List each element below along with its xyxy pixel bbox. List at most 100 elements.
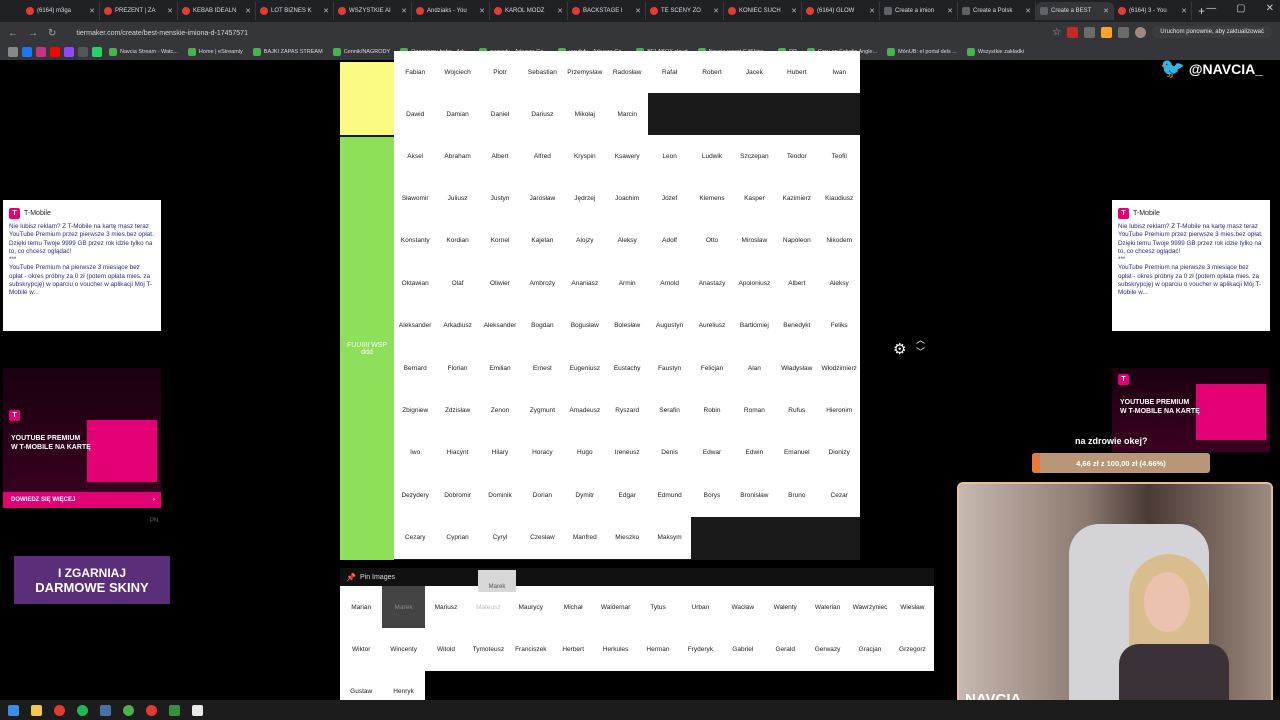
tier-item[interactable]: Dymitr xyxy=(564,474,606,516)
tier-item[interactable]: Włodzimierz xyxy=(818,347,860,389)
tier-item[interactable]: Gerwazy xyxy=(806,628,848,670)
tier-item[interactable]: Abraham xyxy=(436,135,478,177)
tier-item[interactable]: Dawid xyxy=(394,93,436,135)
tier-item[interactable]: Marcin xyxy=(606,93,648,135)
tier-item[interactable]: Otto xyxy=(691,220,733,262)
tier-item[interactable]: Iwan xyxy=(818,51,860,93)
tier-item[interactable]: Alfred xyxy=(521,135,563,177)
tier-item[interactable]: Kornel xyxy=(479,220,521,262)
tier-item[interactable]: Borys xyxy=(691,474,733,516)
tier-item[interactable]: Michał xyxy=(552,586,594,628)
tier-item[interactable]: Juliusz xyxy=(436,177,478,219)
tab-close-icon[interactable]: ✕ xyxy=(89,7,95,15)
twitch-icon[interactable] xyxy=(64,47,74,57)
tier-item[interactable]: Cezar xyxy=(818,474,860,516)
tier-item[interactable]: Eustachy xyxy=(606,347,648,389)
tier-item[interactable]: Aleksy xyxy=(818,262,860,304)
spotify-icon[interactable] xyxy=(77,704,88,716)
bookmark-item[interactable]: Wszystkie zakładki xyxy=(964,48,1027,56)
bookmark-icon[interactable] xyxy=(92,47,102,57)
windows-start-icon[interactable] xyxy=(8,704,19,716)
tier-item[interactable]: Denis xyxy=(648,432,690,474)
tab-close-icon[interactable]: ✕ xyxy=(869,7,875,15)
tier-item[interactable]: Bogusław xyxy=(564,305,606,347)
tier-item[interactable]: Albert xyxy=(776,262,818,304)
tier-item[interactable]: Kryspin xyxy=(564,135,606,177)
tier-item[interactable]: Hugo xyxy=(564,432,606,474)
browser-tab[interactable]: (6164) 3 - You ✕ xyxy=(1114,2,1192,20)
bookmark-item[interactable]: MónUB: el portal dels ... xyxy=(884,48,960,56)
steam-icon[interactable] xyxy=(100,704,111,716)
tier-item[interactable]: Dionizy xyxy=(818,432,860,474)
tier-item[interactable]: Jacek xyxy=(733,51,775,93)
tier-item[interactable]: Herman xyxy=(637,628,679,670)
tab-close-icon[interactable]: ✕ xyxy=(947,7,953,15)
tab-close-icon[interactable]: ✕ xyxy=(479,7,485,15)
tier-item[interactable]: Cyprian xyxy=(436,517,478,559)
tier-item[interactable]: Daniel xyxy=(479,93,521,135)
browser-tab[interactable]: KEBAB IDEALN ✕ xyxy=(178,2,256,20)
tier-item[interactable]: Jędrzej xyxy=(564,177,606,219)
tier-item[interactable]: Zenon xyxy=(479,389,521,431)
tier-item[interactable]: Aleksander xyxy=(394,305,436,347)
tab-close-icon[interactable]: ✕ xyxy=(791,7,797,15)
tier-item[interactable]: Armin xyxy=(606,262,648,304)
apps-icon[interactable] xyxy=(8,47,18,57)
tier-item[interactable]: Damian xyxy=(436,93,478,135)
tier-item[interactable]: Felicjan xyxy=(691,347,733,389)
tier-item[interactable]: Rafał xyxy=(648,51,690,93)
tier-item[interactable]: Ksawery xyxy=(606,135,648,177)
tier-item[interactable]: Serafin xyxy=(648,389,690,431)
tier-item[interactable]: Adolf xyxy=(648,220,690,262)
tier-item[interactable]: Dariusz xyxy=(521,93,563,135)
tier-item[interactable]: Anastazy xyxy=(691,262,733,304)
bookmark-item[interactable]: Home | eStreamly xyxy=(185,48,246,56)
tier-item[interactable]: Tymoteusz xyxy=(467,628,509,670)
tier-item[interactable]: Ryszard xyxy=(606,389,648,431)
tier-item[interactable]: Dezydery xyxy=(394,474,436,516)
tier-item[interactable]: Wacław xyxy=(722,586,764,628)
tier-item[interactable]: Robin xyxy=(691,389,733,431)
tier-item[interactable]: Maurycy xyxy=(510,586,552,628)
instagram-icon[interactable] xyxy=(36,47,46,57)
extension-icon[interactable] xyxy=(1084,26,1096,38)
x-icon[interactable] xyxy=(78,47,88,57)
tier-item[interactable]: Hiacynt xyxy=(436,432,478,474)
tier-item[interactable]: Horacy xyxy=(521,432,563,474)
tier-item[interactable]: Teofil xyxy=(818,135,860,177)
extension-icon[interactable] xyxy=(1067,26,1079,38)
tier-item[interactable]: Klemens xyxy=(691,177,733,219)
tier-item[interactable]: Marek xyxy=(382,586,425,629)
tier-item[interactable]: Robert xyxy=(691,51,733,93)
tier-item[interactable]: Olaf xyxy=(436,262,478,304)
tier-item[interactable]: Przemysław xyxy=(564,51,606,93)
tier-item[interactable]: Bruno xyxy=(776,474,818,516)
tier-item[interactable]: Klaudiusz xyxy=(818,177,860,219)
tier-item[interactable]: Józef xyxy=(648,177,690,219)
tier-item[interactable]: Szczepan xyxy=(733,135,775,177)
tier-item[interactable]: Roman xyxy=(733,389,775,431)
tier-item[interactable]: Oliwier xyxy=(479,262,521,304)
tier-item[interactable]: Hieronim xyxy=(818,389,860,431)
tier-item[interactable]: Apoloniusz xyxy=(733,262,775,304)
maximize-icon[interactable]: ▢ xyxy=(1236,3,1245,14)
tier-item[interactable]: Wawrzyniec xyxy=(849,586,891,628)
tab-close-icon[interactable]: ✕ xyxy=(635,7,641,15)
back-icon[interactable]: ← xyxy=(8,28,18,39)
tier-item[interactable]: Zbigniew xyxy=(394,389,436,431)
tier-item[interactable]: Mikołaj xyxy=(564,93,606,135)
tier-item[interactable]: Edwar xyxy=(691,432,733,474)
browser-tab[interactable]: Create a imion ✕ xyxy=(880,2,958,20)
tier-item[interactable]: Aureliusz xyxy=(691,305,733,347)
tier-item[interactable]: Fryderyk xyxy=(679,628,721,670)
tier-item[interactable]: Aleksander xyxy=(479,305,521,347)
tab-close-icon[interactable]: ✕ xyxy=(1181,7,1187,15)
ad-text-right[interactable]: T T-Mobile Nie lubisz reklam? Z T-Mobile… xyxy=(1112,200,1270,331)
forward-icon[interactable]: → xyxy=(28,28,38,39)
browser-tab[interactable]: WSZYSTKIE AI ✕ xyxy=(334,2,412,20)
tier-item[interactable]: Amadeusz xyxy=(564,389,606,431)
bookmark-item[interactable]: BAJKI ZAPAS STREAM xyxy=(250,48,326,56)
tier-item[interactable]: Cyryl xyxy=(479,517,521,559)
bookmark-item[interactable]: Navcia Stream - Watc... xyxy=(106,48,181,56)
tier-item[interactable]: Sławomir xyxy=(394,177,436,219)
